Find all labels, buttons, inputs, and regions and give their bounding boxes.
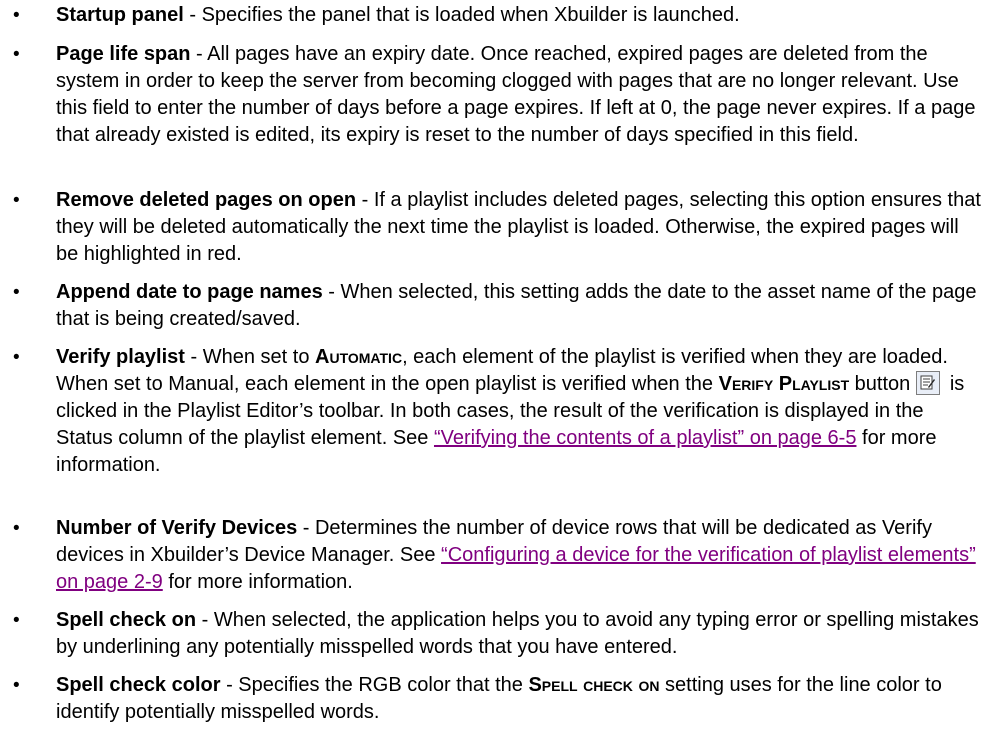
- term-label: Page life span: [56, 43, 191, 65]
- automatic-setting-label: Automatic: [315, 346, 403, 368]
- bullet: •: [13, 282, 20, 303]
- bullet: •: [13, 347, 20, 368]
- term-label: Spell check on: [56, 609, 197, 631]
- term-label: Spell check color: [56, 674, 221, 696]
- list-item-text: Verify playlist - When set to Automatic,…: [56, 346, 965, 476]
- list-item-text: Append date to page names - When selecte…: [56, 279, 984, 333]
- term-description: - Specifies the panel that is loaded whe…: [183, 4, 740, 26]
- bullet: •: [13, 610, 20, 631]
- spell-check-on-label: Spell check on: [528, 674, 660, 696]
- verify-playlist-icon: [916, 371, 941, 395]
- list-item-text: Remove deleted pages on open - If a play…: [56, 187, 984, 268]
- verify-playlist-label: Verify Playlist: [718, 373, 850, 395]
- document-page: • Startup panel - Specifies the panel th…: [0, 0, 990, 738]
- bullet: •: [13, 5, 20, 26]
- list-item-text: Spell check color - Specifies the RGB co…: [56, 674, 942, 723]
- bullet: •: [13, 190, 20, 211]
- list-item-text: Startup panel - Specifies the panel that…: [56, 2, 984, 29]
- bullet: •: [13, 518, 20, 539]
- term-label: Number of Verify Devices: [56, 517, 298, 539]
- bullet: •: [13, 44, 20, 65]
- list-item-text: Number of Verify Devices - Determines th…: [56, 517, 976, 593]
- term-label: Remove deleted pages on open: [56, 189, 357, 211]
- bullet: •: [13, 675, 20, 696]
- list-item-text: Page life span - All pages have an expir…: [56, 41, 984, 149]
- term-description: - All pages have an expiry date. Once re…: [56, 43, 976, 146]
- term-label: Append date to page names: [56, 281, 323, 303]
- term-label: Verify playlist: [56, 346, 185, 368]
- list-item-text: Spell check on - When selected, the appl…: [56, 607, 984, 661]
- verifying-contents-link[interactable]: “Verifying the contents of a playlist” o…: [434, 427, 856, 449]
- term-label: Startup panel: [56, 4, 184, 26]
